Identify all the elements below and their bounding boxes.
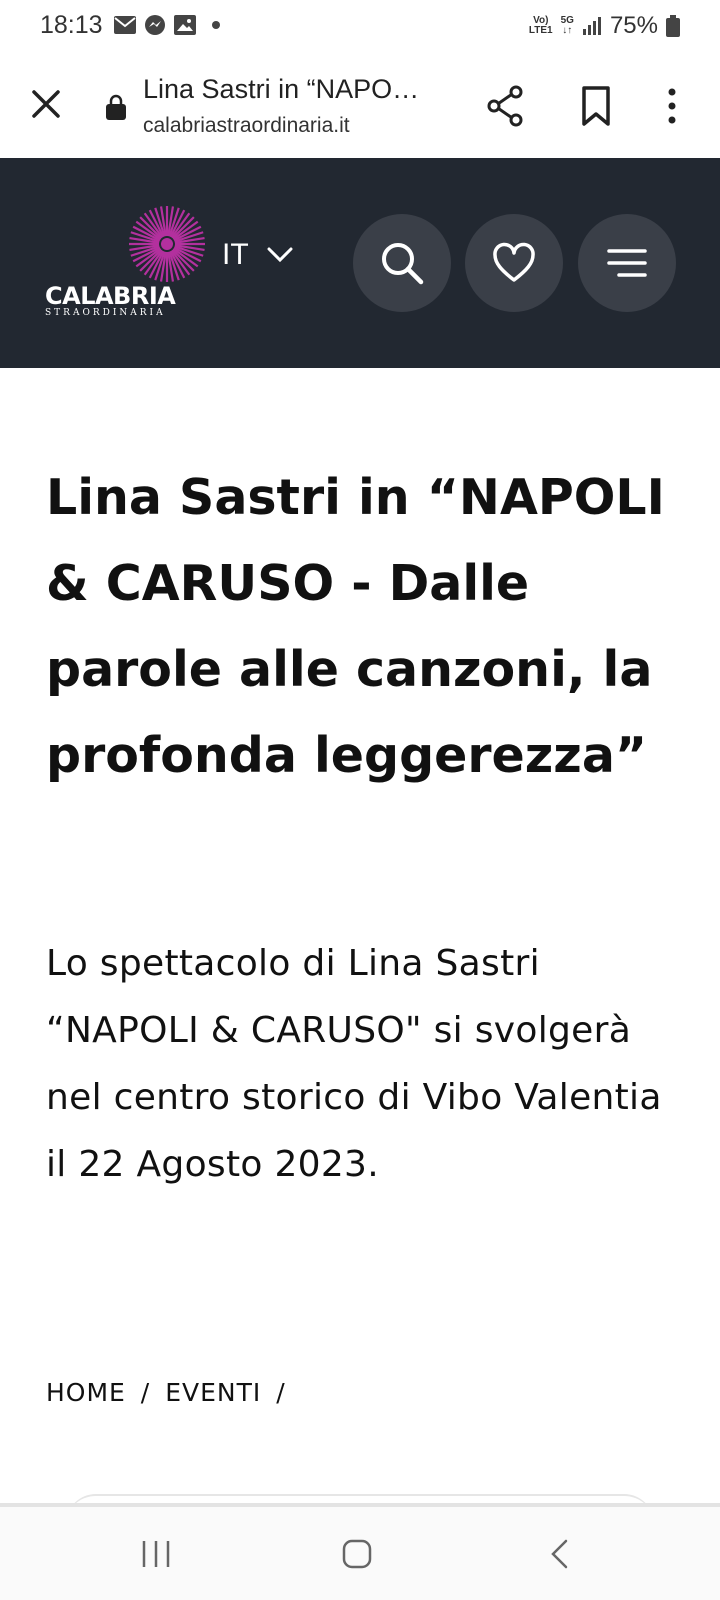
page-url[interactable]: calabriastraordinaria.it <box>143 114 350 138</box>
favorites-button[interactable] <box>465 214 563 312</box>
heart-icon <box>493 242 535 282</box>
sunburst-center <box>161 238 173 250</box>
bookmark-icon[interactable] <box>578 84 614 128</box>
article-title: Lina Sastri in “NAPOLI & CARUSO - Dalle … <box>46 469 665 784</box>
close-icon[interactable] <box>26 84 66 124</box>
system-navigation-bar <box>0 1507 720 1600</box>
logo-subtext: STRAORDINARIA <box>45 308 166 318</box>
article-lead: Lo spettacolo di Lina Sastri “NAPOLI & C… <box>46 943 662 1185</box>
language-selector[interactable]: IT <box>222 238 293 272</box>
back-icon[interactable] <box>548 1538 570 1570</box>
breadcrumb-separator: / <box>276 1378 286 1407</box>
battery-icon <box>666 15 680 37</box>
menu-button[interactable] <box>578 214 676 312</box>
home-icon[interactable] <box>341 1538 373 1570</box>
breadcrumb-eventi[interactable]: EVENTI <box>165 1378 261 1407</box>
messenger-icon <box>145 15 165 35</box>
breadcrumb-separator: / <box>140 1378 151 1407</box>
breadcrumb: HOME / EVENTI / <box>46 1378 292 1407</box>
breadcrumb-home[interactable]: HOME <box>46 1378 126 1407</box>
battery-percentage: 75% <box>609 12 658 39</box>
page-title[interactable]: Lina Sastri in “NAPO… <box>143 74 419 105</box>
site-header: CALABRIA STRAORDINARIA IT <box>0 158 720 368</box>
recent-apps-icon[interactable] <box>140 1539 172 1569</box>
lock-icon <box>106 94 126 120</box>
more-options-icon[interactable] <box>660 84 684 128</box>
volte-label: Vo) LTE1 <box>528 15 553 36</box>
chevron-down-icon <box>267 247 293 263</box>
site-logo[interactable]: CALABRIA STRAORDINARIA <box>40 200 220 330</box>
language-label: IT <box>222 238 249 271</box>
logo-text: CALABRIA <box>45 282 176 310</box>
status-time: 18:13 <box>40 11 103 39</box>
status-right: Vo) LTE1 5G ↓↑ 75% <box>529 12 680 40</box>
sunburst-icon <box>129 206 205 282</box>
search-icon <box>382 243 424 285</box>
status-bar: 18:13 Vo) LTE1 5G ↓↑ 75% <box>0 0 720 54</box>
mail-icon <box>114 16 136 34</box>
gallery-icon <box>174 15 196 35</box>
notification-icons <box>114 14 222 36</box>
network-5g-label: 5G ↓↑ <box>560 15 574 36</box>
signal-icon <box>582 17 601 35</box>
browser-toolbar: Lina Sastri in “NAPO… calabriastraordina… <box>0 54 720 158</box>
dot-icon <box>212 21 220 29</box>
hamburger-icon <box>607 249 647 277</box>
share-icon[interactable] <box>486 84 526 128</box>
search-button[interactable] <box>353 214 451 312</box>
